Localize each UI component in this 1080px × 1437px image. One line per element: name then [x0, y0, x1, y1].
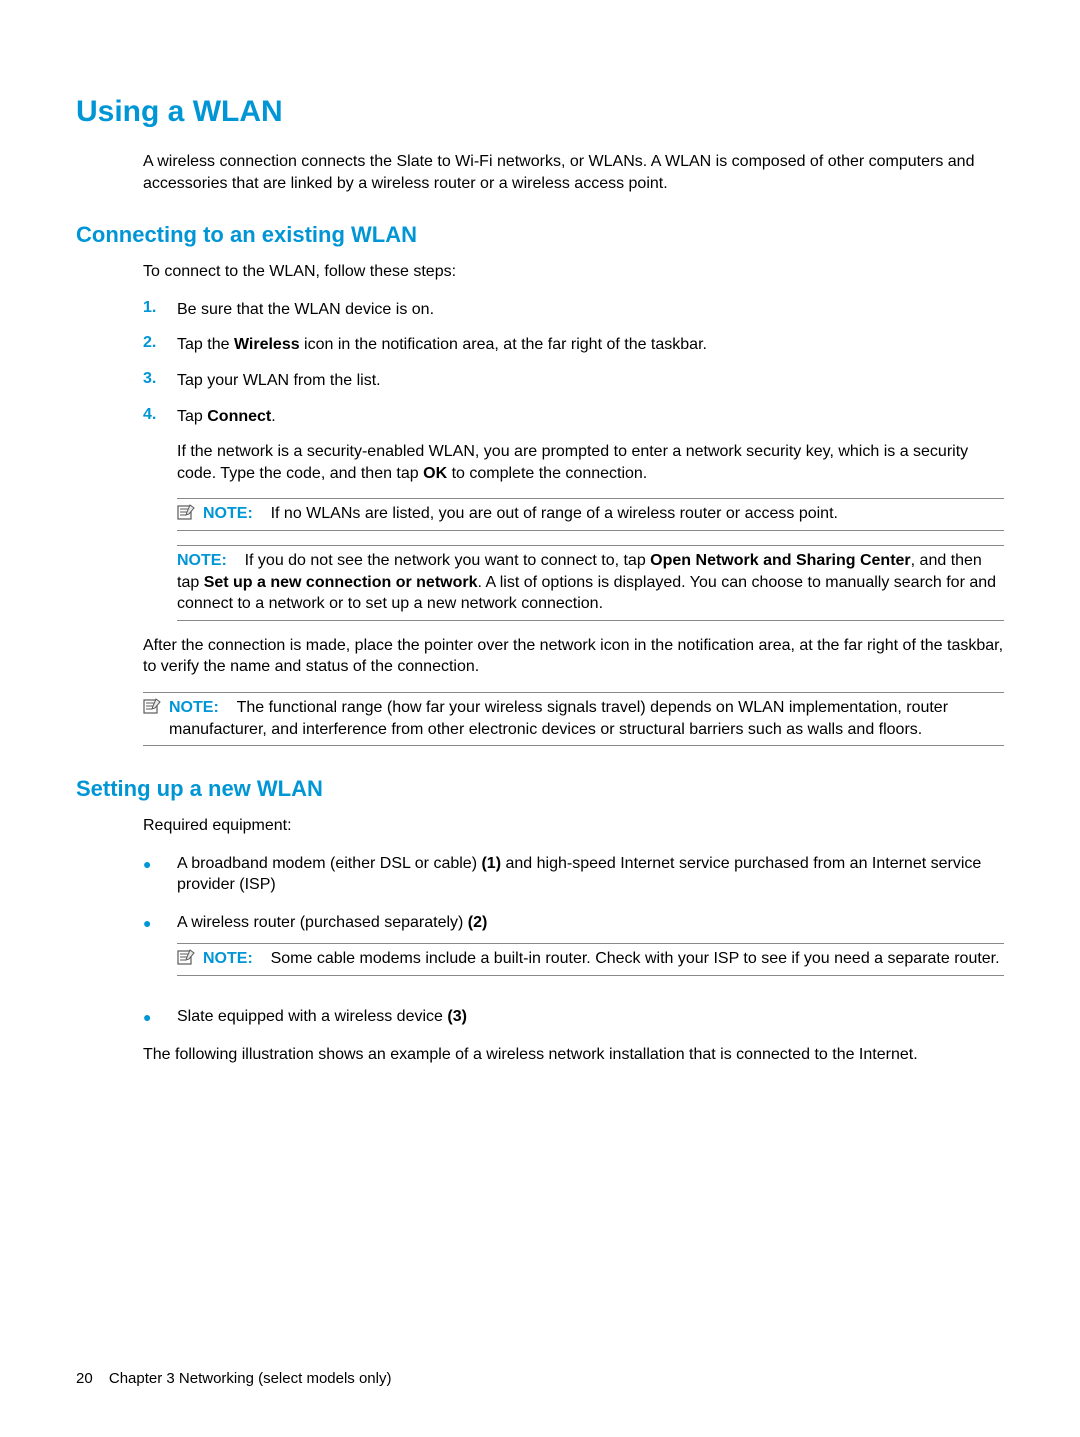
- note-text: Some cable modems include a built-in rou…: [271, 950, 1000, 967]
- step-content: Tap your WLAN from the list.: [177, 370, 1004, 392]
- step-marker: 4.: [143, 406, 177, 485]
- connect-bold: Connect: [207, 408, 271, 425]
- step-marker: 2.: [143, 334, 177, 356]
- section-setup: Setting up a new WLAN Required equipment…: [76, 776, 1004, 1065]
- list-item: ● A wireless router (purchased separatel…: [143, 912, 1004, 990]
- note-box-router: NOTE: Some cable modems include a built-…: [177, 943, 1004, 976]
- section-heading-setup: Setting up a new WLAN: [76, 776, 1004, 802]
- note-label: NOTE:: [203, 505, 253, 522]
- label-3-bold: (3): [447, 1008, 467, 1025]
- bullet-marker: ●: [143, 853, 177, 896]
- open-network-bold: Open Network and Sharing Center: [650, 552, 910, 569]
- step-marker: 3.: [143, 370, 177, 392]
- step-text: .: [271, 408, 275, 425]
- label-2-bold: (2): [468, 914, 488, 931]
- step-content: Tap Connect. If the network is a securit…: [177, 406, 1004, 485]
- step-content: Tap the Wireless icon in the notificatio…: [177, 334, 1004, 356]
- step-marker: 1.: [143, 299, 177, 321]
- ok-bold: OK: [423, 465, 447, 482]
- bullet-marker: ●: [143, 1006, 177, 1028]
- bullet-text: A wireless router (purchased separately): [177, 914, 468, 931]
- note-box-3: NOTE: The functional range (how far your…: [143, 692, 1004, 746]
- bullet-text: A broadband modem (either DSL or cable): [177, 855, 481, 872]
- step-text: Tap the: [177, 336, 234, 353]
- note-icon: [177, 949, 199, 965]
- note-box-1: NOTE: If no WLANs are listed, you are ou…: [177, 498, 1004, 531]
- step-text: icon in the notification area, at the fa…: [300, 336, 707, 353]
- page-footer: 20 Chapter 3 Networking (select models o…: [76, 1370, 391, 1387]
- step-3: 3. Tap your WLAN from the list.: [143, 370, 1004, 392]
- note-text: The functional range (how far your wirel…: [169, 699, 948, 738]
- step-4: 4. Tap Connect. If the network is a secu…: [143, 406, 1004, 485]
- page-number: 20: [76, 1370, 93, 1387]
- step-text: Tap: [177, 408, 207, 425]
- page-title: Using a WLAN: [76, 95, 1004, 129]
- illustration-intro: The following illustration shows an exam…: [143, 1044, 1004, 1066]
- section-heading-connecting: Connecting to an existing WLAN: [76, 222, 1004, 248]
- setup-connection-bold: Set up a new connection or network: [204, 574, 478, 591]
- chapter-label: Chapter 3 Networking (select models only…: [109, 1370, 392, 1387]
- list-item: ● Slate equipped with a wireless device …: [143, 1006, 1004, 1028]
- intro-paragraph: A wireless connection connects the Slate…: [143, 151, 1004, 194]
- step-2: 2. Tap the Wireless icon in the notifica…: [143, 334, 1004, 356]
- step-content: Be sure that the WLAN device is on.: [177, 299, 1004, 321]
- note-text: [257, 505, 270, 522]
- steps-list: 1. Be sure that the WLAN device is on. 2…: [143, 299, 1004, 485]
- note-label: NOTE:: [169, 699, 219, 716]
- equipment-list: ● A broadband modem (either DSL or cable…: [143, 853, 1004, 1028]
- wireless-bold: Wireless: [234, 336, 300, 353]
- note-text: If no WLANs are listed, you are out of r…: [271, 505, 838, 522]
- label-1-bold: (1): [481, 855, 501, 872]
- section-connecting: Connecting to an existing WLAN To connec…: [76, 222, 1004, 746]
- note-label: NOTE:: [177, 552, 227, 569]
- note-text: If you do not see the network you want t…: [245, 552, 651, 569]
- list-item: ● A broadband modem (either DSL or cable…: [143, 853, 1004, 896]
- section1-intro: To connect to the WLAN, follow these ste…: [143, 261, 1004, 283]
- note-label: NOTE:: [203, 950, 253, 967]
- step-followup: to complete the connection.: [447, 465, 647, 482]
- after-connection-para: After the connection is made, place the …: [143, 635, 1004, 678]
- section2-intro: Required equipment:: [143, 815, 1004, 837]
- note-box-2: NOTE: If you do not see the network you …: [177, 545, 1004, 621]
- note-icon: [143, 698, 165, 714]
- bullet-marker: ●: [143, 912, 177, 990]
- step-1: 1. Be sure that the WLAN device is on.: [143, 299, 1004, 321]
- note-icon: [177, 504, 199, 520]
- bullet-text: Slate equipped with a wireless device: [177, 1008, 447, 1025]
